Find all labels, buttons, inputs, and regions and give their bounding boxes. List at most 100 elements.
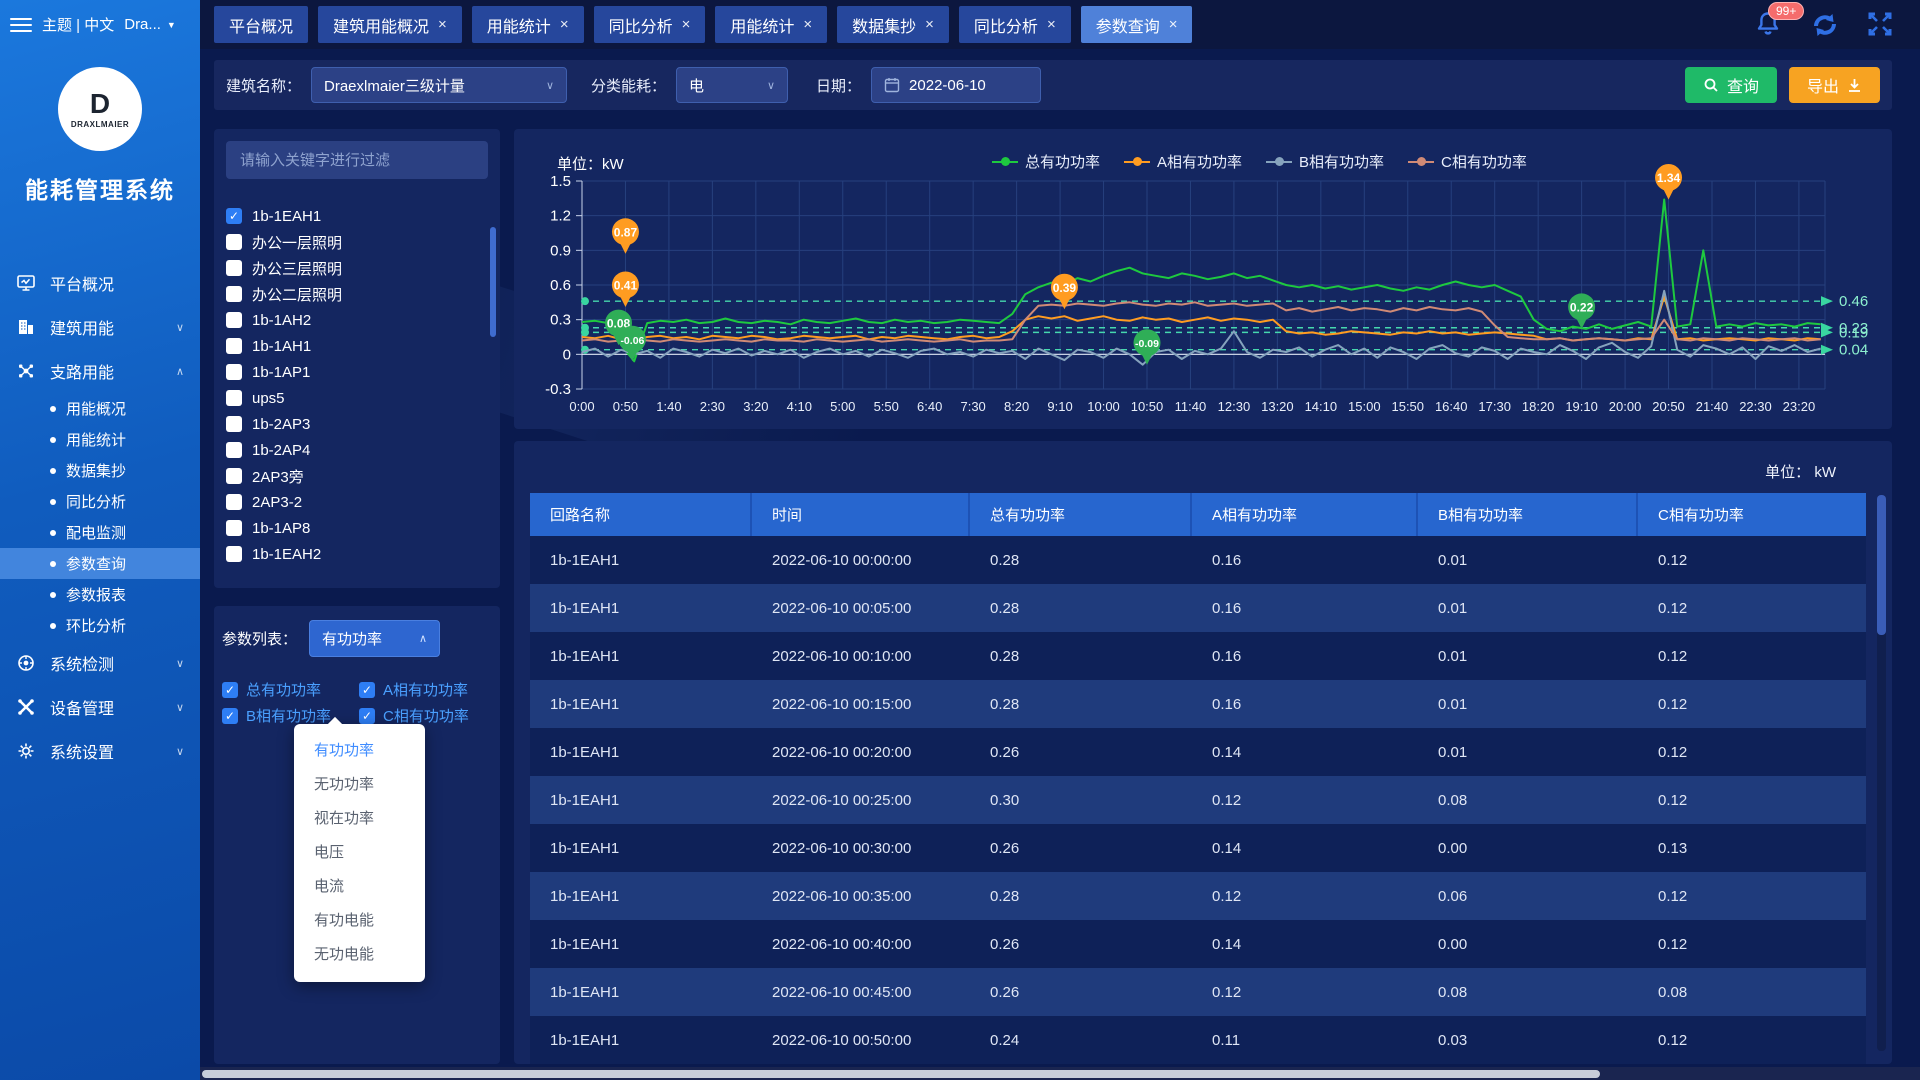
tab-用能统计[interactable]: 用能统计× [472,6,584,43]
dropdown-option-视在功率[interactable]: 视在功率 [294,802,425,836]
dropdown-option-有功电能[interactable]: 有功电能 [294,904,425,938]
circuit-list-scrollbar[interactable] [490,227,496,337]
sidebar-item-系统设置[interactable]: 系统设置∨ [0,729,200,773]
series-check-A相有功功率[interactable]: ✓A相有功功率 [359,679,496,700]
checkbox[interactable] [226,312,242,328]
user-menu[interactable]: Dra... ▼ [124,16,176,33]
sidebar-item-平台概况[interactable]: 平台概况 [0,261,200,305]
table-cell: 0.12 [1192,968,1418,1016]
checkbox[interactable]: ✓ [359,682,375,698]
sidebar-item-支路用能[interactable]: 支路用能∧ [0,349,200,393]
dropdown-option-无功功率[interactable]: 无功功率 [294,768,425,802]
checkbox[interactable]: ✓ [226,208,242,224]
checkbox[interactable] [226,234,242,250]
sidebar-subitem-用能统计[interactable]: 用能统计 [0,424,200,455]
circuit-item-2AP3-2[interactable]: 2AP3-2 [226,489,488,515]
checkbox[interactable] [226,338,242,354]
circuit-item-1b-2AP3[interactable]: 1b-2AP3 [226,411,488,437]
tab-参数查询[interactable]: 参数查询× [1081,6,1193,43]
close-icon[interactable]: × [682,16,691,33]
sidebar-subitem-配电监测[interactable]: 配电监测 [0,517,200,548]
energy-type-select[interactable]: 电 ∨ [676,67,788,103]
sidebar-subitem-同比分析[interactable]: 同比分析 [0,486,200,517]
y-tick-label: 0.6 [550,277,571,294]
close-icon[interactable]: × [803,16,812,33]
sidebar-subitem-label: 配电监测 [66,522,126,543]
checkbox[interactable] [226,390,242,406]
legend-item-B相有功功率[interactable]: B相有功功率 [1266,151,1384,172]
circuit-item-1b-1AP8[interactable]: 1b-1AP8 [226,515,488,541]
circuit-item-label: 1b-1AH1 [252,338,311,355]
circuit-item-办公三层照明[interactable]: 办公三层照明 [226,255,488,281]
checkbox[interactable] [226,520,242,536]
checkbox[interactable] [226,416,242,432]
refresh-icon[interactable] [1810,10,1840,40]
hamburger-icon[interactable] [10,18,32,32]
query-button[interactable]: 查询 [1685,67,1777,103]
tab-数据集抄[interactable]: 数据集抄× [837,6,949,43]
close-icon[interactable]: × [925,16,934,33]
circuit-item-1b-1AH1[interactable]: 1b-1AH1 [226,333,488,359]
close-icon[interactable]: × [438,16,447,33]
close-icon[interactable]: × [1169,16,1178,33]
tab-平台概况[interactable]: 平台概况 [214,6,308,43]
tab-同比分析[interactable]: 同比分析× [594,6,706,43]
circuit-item-ups5[interactable]: ups5 [226,385,488,411]
dropdown-option-有功功率[interactable]: 有功功率 [294,734,425,768]
sidebar-subitem-用能概况[interactable]: 用能概况 [0,393,200,424]
checkbox[interactable] [226,364,242,380]
horizontal-scrollbar[interactable] [200,1067,1920,1080]
checkbox[interactable] [226,286,242,302]
company-logo: D DRAXLMAIER [58,67,142,151]
sidebar-subitem-环比分析[interactable]: 环比分析 [0,610,200,641]
date-picker[interactable]: 2022-06-10 [871,67,1041,103]
checkbox[interactable] [226,494,242,510]
export-button[interactable]: 导出 [1789,67,1880,103]
legend-item-总有功功率[interactable]: 总有功功率 [992,151,1100,172]
sidebar-subitem-参数报表[interactable]: 参数报表 [0,579,200,610]
legend-item-C相有功功率[interactable]: C相有功功率 [1408,151,1527,172]
theme-language-switch[interactable]: 主题 | 中文 [42,14,114,35]
checkbox[interactable] [226,468,242,484]
circuit-search-input[interactable] [226,141,488,179]
circuit-item-1b-1AH2[interactable]: 1b-1AH2 [226,307,488,333]
checkbox[interactable] [226,442,242,458]
sidebar-item-系统检测[interactable]: 系统检测∨ [0,641,200,685]
tab-同比分析[interactable]: 同比分析× [959,6,1071,43]
dropdown-option-电压[interactable]: 电压 [294,836,425,870]
legend-item-A相有功功率[interactable]: A相有功功率 [1124,151,1242,172]
sidebar-item-设备管理[interactable]: 设备管理∨ [0,685,200,729]
circuit-item-办公二层照明[interactable]: 办公二层照明 [226,281,488,307]
sidebar-subitem-数据集抄[interactable]: 数据集抄 [0,455,200,486]
series-check-C相有功功率[interactable]: ✓C相有功功率 [359,705,496,726]
building-select[interactable]: Draexlmaier三级计量 ∨ [311,67,567,103]
table-cell: 0.26 [970,824,1192,872]
circuit-item-2AP3旁[interactable]: 2AP3旁 [226,463,488,489]
tab-建筑用能概况[interactable]: 建筑用能概况× [318,6,462,43]
series-checkbox-group: ✓总有功功率✓A相有功功率✓B相有功功率✓C相有功功率 [222,679,492,726]
circuit-item-1b-2AP4[interactable]: 1b-2AP4 [226,437,488,463]
legend-label: 总有功功率 [1025,151,1100,172]
circuit-item-1b-1EAH1[interactable]: ✓1b-1EAH1 [226,203,488,229]
series-check-总有功功率[interactable]: ✓总有功功率 [222,679,359,700]
tab-用能统计[interactable]: 用能统计× [715,6,827,43]
table-scrollbar[interactable] [1877,495,1886,1051]
close-icon[interactable]: × [1047,16,1056,33]
sidebar-item-建筑用能[interactable]: 建筑用能∨ [0,305,200,349]
checkbox[interactable] [226,546,242,562]
notification-bell-icon[interactable]: 99+ [1754,10,1784,40]
sidebar-subitem-参数查询[interactable]: 参数查询 [0,548,200,579]
fullscreen-icon[interactable] [1866,10,1896,40]
close-icon[interactable]: × [560,16,569,33]
parameter-select[interactable]: 有功功率 ∧ [309,620,440,657]
checkbox[interactable] [226,260,242,276]
circuit-item-办公一层照明[interactable]: 办公一层照明 [226,229,488,255]
checkbox[interactable]: ✓ [222,708,238,724]
checkbox[interactable]: ✓ [359,708,375,724]
dropdown-option-无功电能[interactable]: 无功电能 [294,938,425,972]
circuit-item-1b-1EAH2[interactable]: 1b-1EAH2 [226,541,488,567]
monitor-icon [16,273,36,293]
dropdown-option-电流[interactable]: 电流 [294,870,425,904]
circuit-item-1b-1AP1[interactable]: 1b-1AP1 [226,359,488,385]
checkbox[interactable]: ✓ [222,682,238,698]
